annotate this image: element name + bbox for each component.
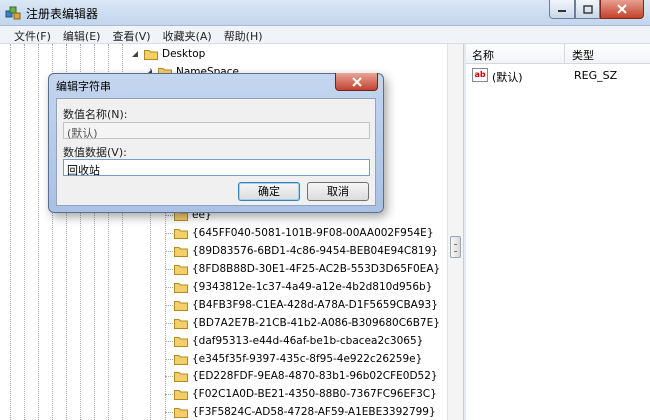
tree-item-key[interactable]: {9343812e-1c37-4a49-a12e-4b2d810d956b} xyxy=(174,278,432,296)
registry-editor-icon xyxy=(5,6,21,20)
edit-string-dialog: 编辑字符串 数值名称(N): (默认) 数值数据(V): 回收站 确定 取消 xyxy=(48,73,384,213)
folder-icon xyxy=(174,228,188,239)
folder-icon xyxy=(174,371,188,382)
scrollbar-thumb[interactable] xyxy=(450,236,461,258)
folder-icon xyxy=(174,318,188,329)
expanded-arrow-icon[interactable] xyxy=(130,49,140,59)
tree-item-key[interactable]: {BD7A2E7B-21CB-41b2-A086-B309680C6B7E} xyxy=(174,314,440,332)
menu-edit[interactable]: 编辑(E) xyxy=(57,26,107,43)
window-title: 注册表编辑器 xyxy=(26,7,99,21)
dialog-body: 数值名称(N): (默认) 数值数据(V): 回收站 确定 取消 xyxy=(56,98,376,206)
minimize-icon xyxy=(558,10,566,12)
value-data-label: 数值数据(V): xyxy=(63,146,127,159)
folder-icon xyxy=(174,282,188,293)
tree-item-key[interactable]: {645FF040-5081-101B-9F08-00AA002F954E} xyxy=(174,224,434,242)
folder-icon xyxy=(174,354,188,365)
tree-item-key[interactable]: {e345f35f-9397-435c-8f95-4e922c26259e} xyxy=(174,350,422,368)
cancel-button[interactable]: 取消 xyxy=(307,182,369,201)
value-name-label: 数值名称(N): xyxy=(63,108,128,121)
tree-item-desktop[interactable]: Desktop xyxy=(130,45,205,63)
value-name-field: (默认) xyxy=(63,122,370,140)
list-header: 名称 类型 xyxy=(466,44,650,64)
close-icon xyxy=(617,4,627,14)
menu-view[interactable]: 查看(V) xyxy=(106,26,156,43)
tree-scrollbar[interactable] xyxy=(447,44,463,420)
maximize-button[interactable] xyxy=(575,0,600,19)
folder-icon xyxy=(174,389,188,400)
menu-file[interactable]: 文件(F) xyxy=(8,26,57,43)
values-list-pane[interactable]: 名称 类型 ab (默认) REG_SZ xyxy=(466,44,650,420)
folder-icon xyxy=(174,246,188,257)
column-header-type[interactable]: 类型 xyxy=(572,47,594,63)
ok-button[interactable]: 确定 xyxy=(238,182,300,201)
folder-icon xyxy=(174,300,188,311)
tree-item-key[interactable]: {ED228FDF-9EA8-4870-83b1-96b02CFE0D52} xyxy=(174,367,438,385)
ab-string-icon: ab xyxy=(472,68,488,82)
title-bar: 注册表编辑器 xyxy=(0,0,650,26)
close-icon xyxy=(351,76,362,87)
tree-item-key[interactable]: {F3F5824C-AD58-4728-AF59-A1EBE3392799} xyxy=(174,403,436,420)
tree-item-key[interactable]: {89D83576-6BD1-4c86-9454-BEB04E94C819} xyxy=(174,242,438,260)
tree-item-key[interactable]: {8FD8B88D-30E1-4F25-AC2B-553D3D65F0EA} xyxy=(174,260,440,278)
close-button[interactable] xyxy=(600,0,644,19)
menu-bar: 文件(F) 编辑(E) 查看(V) 收藏夹(A) 帮助(H) xyxy=(0,26,650,44)
folder-icon xyxy=(144,49,158,60)
folder-icon xyxy=(174,264,188,275)
menu-help[interactable]: 帮助(H) xyxy=(218,26,269,43)
tree-item-key[interactable]: {B4FB3F98-C1EA-428d-A78A-D1F5659CBA93} xyxy=(174,296,438,314)
dialog-title: 编辑字符串 xyxy=(56,80,111,93)
menu-favorites[interactable]: 收藏夹(A) xyxy=(157,26,218,43)
value-data-input[interactable]: 回收站 xyxy=(63,159,370,177)
maximize-icon xyxy=(582,4,593,14)
minimize-button[interactable] xyxy=(549,0,575,19)
column-header-name[interactable]: 名称 xyxy=(472,47,494,63)
dialog-close-button[interactable] xyxy=(335,73,378,91)
value-row-default[interactable]: ab (默认) REG_SZ xyxy=(466,66,650,84)
tree-item-key[interactable]: {F02C1A0D-BE21-4350-88B0-7367FC96EF3C} xyxy=(174,385,437,403)
folder-icon xyxy=(174,336,188,347)
tree-item-key[interactable]: {daf95313-e44d-46af-be1b-cbacea2c3065} xyxy=(174,332,423,350)
folder-icon xyxy=(174,407,188,418)
